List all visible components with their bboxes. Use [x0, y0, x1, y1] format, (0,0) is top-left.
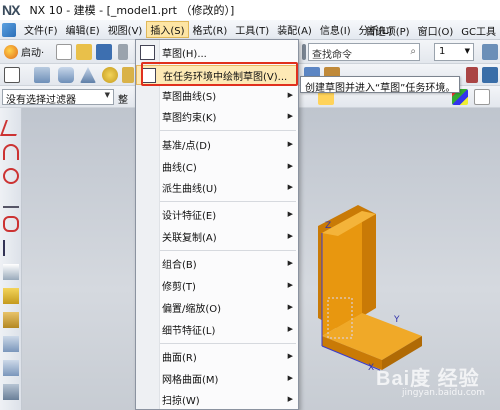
sweep-tool-icon[interactable] — [3, 360, 19, 376]
submenu-arrow-icon: ▶ — [287, 325, 293, 333]
pattern-tool-icon[interactable] — [3, 312, 19, 328]
command-finder-placeholder: 查找命令 — [312, 50, 352, 61]
submenu-arrow-icon: ▶ — [287, 395, 293, 403]
menu-item-curve[interactable]: 曲线(C) ▶ — [136, 156, 298, 176]
insert-menu: 草图(H)... 在任务环境中绘制草图(V)... 草图曲线(S) ▶ 草图约束… — [135, 39, 299, 410]
submenu-arrow-icon: ▶ — [287, 303, 293, 311]
line-tool-icon[interactable] — [0, 120, 22, 136]
sphere-icon[interactable] — [102, 67, 118, 83]
left-resource-bar — [0, 108, 22, 410]
start-label: 启动· — [21, 48, 45, 59]
type-filter-value: 没有选择过滤器 — [6, 95, 76, 106]
menu-item-combine[interactable]: 组合(B) ▶ — [136, 253, 298, 273]
search-icon[interactable]: ⌕ — [410, 46, 416, 57]
submenu-arrow-icon: ▶ — [287, 91, 293, 99]
menu-item-trim[interactable]: 修剪(T) ▶ — [136, 275, 298, 295]
menu-item-datum-point[interactable]: 基准/点(D) ▶ — [136, 134, 298, 154]
menu-tools[interactable]: 工具(T) — [231, 21, 273, 38]
menu-view[interactable]: 视图(V) — [104, 21, 147, 38]
submenu-arrow-icon: ▶ — [287, 210, 293, 218]
submenu-arrow-icon: ▶ — [287, 162, 293, 170]
command-finder-input[interactable]: 查找命令 ⌕ — [308, 43, 420, 61]
cut-icon[interactable] — [118, 44, 128, 60]
project-tool-icon[interactable] — [3, 288, 19, 304]
mesh-tool-icon[interactable] — [3, 384, 19, 400]
spline-tool-icon[interactable] — [3, 192, 19, 208]
submenu-arrow-icon: ▶ — [287, 259, 293, 267]
save-icon[interactable] — [96, 44, 112, 60]
toolbar-separator — [302, 44, 306, 60]
offset-tool-icon[interactable] — [3, 264, 19, 280]
circle-tool-icon[interactable] — [3, 168, 19, 184]
menu-info[interactable]: 信息(I) — [316, 21, 355, 38]
submenu-arrow-icon: ▶ — [287, 352, 293, 360]
analysis-icon[interactable] — [466, 67, 478, 83]
start-icon — [4, 44, 18, 59]
menu-separator — [160, 343, 296, 344]
menu-file[interactable]: 文件(F) — [20, 21, 62, 38]
menu-item-design-feature[interactable]: 设计特征(E) ▶ — [136, 204, 298, 224]
menu-separator — [160, 250, 296, 251]
menu-window[interactable]: 窗口(O) — [414, 22, 458, 39]
menu-gc-tools[interactable]: GC工具 — [457, 22, 500, 39]
nx-logo: NX — [2, 2, 20, 18]
tooltip: 创建草图并进入“草图”任务环境。 — [300, 76, 460, 94]
submenu-arrow-icon: ▶ — [287, 183, 293, 191]
start-button[interactable]: 启动· — [4, 44, 44, 59]
menu-item-offset-scale[interactable]: 偏置/缩放(O) ▶ — [136, 297, 298, 317]
watermark-url: jingyan.baidu.com — [402, 388, 486, 398]
submenu-arrow-icon: ▶ — [287, 374, 293, 382]
trim-tool-icon[interactable] — [3, 240, 19, 256]
cone-icon[interactable] — [80, 67, 96, 83]
menu-item-mesh-surface[interactable]: 网格曲面(M) ▶ — [136, 368, 298, 388]
menu-edit[interactable]: 编辑(E) — [62, 21, 104, 38]
toolbar-options-icon[interactable] — [482, 44, 498, 60]
submenu-arrow-icon: ▶ — [287, 140, 293, 148]
menu-format[interactable]: 格式(R) — [189, 21, 232, 38]
menu-item-detail-feature[interactable]: 细节特征(L) ▶ — [136, 319, 298, 339]
submenu-arrow-icon: ▶ — [287, 112, 293, 120]
menu-item-surface[interactable]: 曲面(R) ▶ — [136, 346, 298, 366]
menu-item-associative-copy[interactable]: 关联复制(A) ▶ — [136, 226, 298, 246]
menu-separator — [160, 201, 296, 202]
menu-item-sweep[interactable]: 扫掠(W) ▶ — [136, 389, 298, 409]
title-bar: NX NX 10 - 建模 - [_model1.prt （修改的）] — [0, 0, 500, 20]
feature-icon[interactable] — [122, 67, 134, 83]
watermark: Bai度 经验 — [376, 368, 480, 390]
menu-separator — [160, 130, 296, 131]
menu-item-sketch-curve[interactable]: 草图曲线(S) ▶ — [136, 85, 298, 105]
menu-preferences[interactable]: 首选项(P) — [362, 22, 414, 39]
menu-insert[interactable]: 插入(S) — [146, 21, 189, 38]
axis-x-label: X — [368, 363, 374, 373]
fillet-tool-icon[interactable] — [3, 216, 19, 232]
layer-number-select[interactable]: 1 — [434, 43, 474, 61]
axis-z-label: Z — [325, 221, 331, 231]
block-icon[interactable] — [34, 67, 50, 83]
window-title: NX 10 - 建模 - [_model1.prt （修改的）] — [29, 4, 235, 17]
gc-icon[interactable] — [482, 67, 498, 83]
arc-tool-icon[interactable] — [3, 144, 19, 160]
submenu-arrow-icon: ▶ — [287, 281, 293, 289]
menu-item-sketch[interactable]: 草图(H)... — [136, 42, 298, 62]
menu-item-derived-curve[interactable]: 派生曲线(U) ▶ — [136, 177, 298, 197]
nx-menu-icon[interactable] — [2, 22, 16, 37]
cylinder-icon[interactable] — [58, 67, 74, 83]
sketch-icon — [140, 44, 155, 60]
new-file-icon[interactable] — [56, 44, 72, 60]
submenu-arrow-icon: ▶ — [287, 232, 293, 240]
annotation-highlight-box — [141, 62, 298, 86]
type-filter-select[interactable]: 没有选择过滤器 — [2, 89, 114, 106]
layer-number-value: 1 — [439, 46, 446, 57]
menu-bar: 文件(F) 编辑(E) 视图(V) 插入(S) 格式(R) 工具(T) 装配(A… — [0, 20, 500, 40]
menu-assembly[interactable]: 装配(A) — [273, 21, 316, 38]
sketch-rect-icon[interactable] — [4, 67, 20, 83]
menu-item-sketch-constraint[interactable]: 草图约束(K) ▶ — [136, 106, 298, 126]
scope-filter-select[interactable]: 整 — [118, 91, 128, 106]
axis-y-label: Y — [393, 315, 400, 325]
open-folder-icon[interactable] — [76, 44, 92, 60]
line-icon[interactable] — [474, 89, 490, 105]
surface-tool-icon[interactable] — [3, 336, 19, 352]
